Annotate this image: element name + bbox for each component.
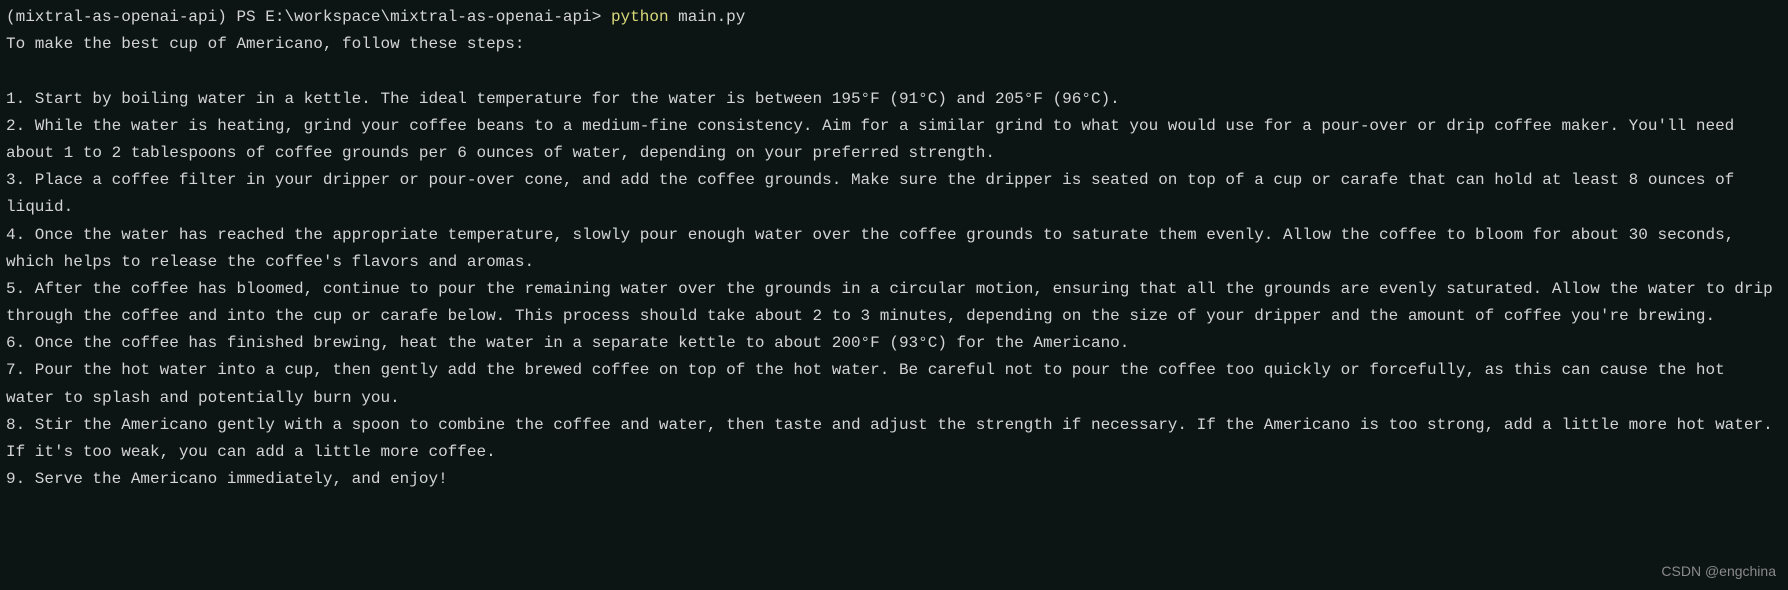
output-step: 8. Stir the Americano gently with a spoo… xyxy=(6,416,1782,461)
terminal-output[interactable]: (mixtral-as-openai-api) PS E:\workspace\… xyxy=(6,4,1782,493)
output-step: 9. Serve the Americano immediately, and … xyxy=(6,470,448,488)
output-intro: To make the best cup of Americano, follo… xyxy=(6,35,524,53)
output-step: 5. After the coffee has bloomed, continu… xyxy=(6,280,1782,325)
output-step: 4. Once the water has reached the approp… xyxy=(6,226,1744,271)
output-step: 3. Place a coffee filter in your dripper… xyxy=(6,171,1744,216)
prompt-args: main.py xyxy=(678,8,745,26)
output-step: 6. Once the coffee has finished brewing,… xyxy=(6,334,1129,352)
prompt-env: (mixtral-as-openai-api) xyxy=(6,8,227,26)
output-step: 2. While the water is heating, grind you… xyxy=(6,117,1744,162)
output-step: 1. Start by boiling water in a kettle. T… xyxy=(6,90,1120,108)
prompt-shell: PS xyxy=(236,8,255,26)
watermark: CSDN @engchina xyxy=(1661,560,1776,584)
prompt-command: python xyxy=(611,8,669,26)
prompt-path: E:\workspace\mixtral-as-openai-api> xyxy=(265,8,601,26)
output-step: 7. Pour the hot water into a cup, then g… xyxy=(6,361,1734,406)
